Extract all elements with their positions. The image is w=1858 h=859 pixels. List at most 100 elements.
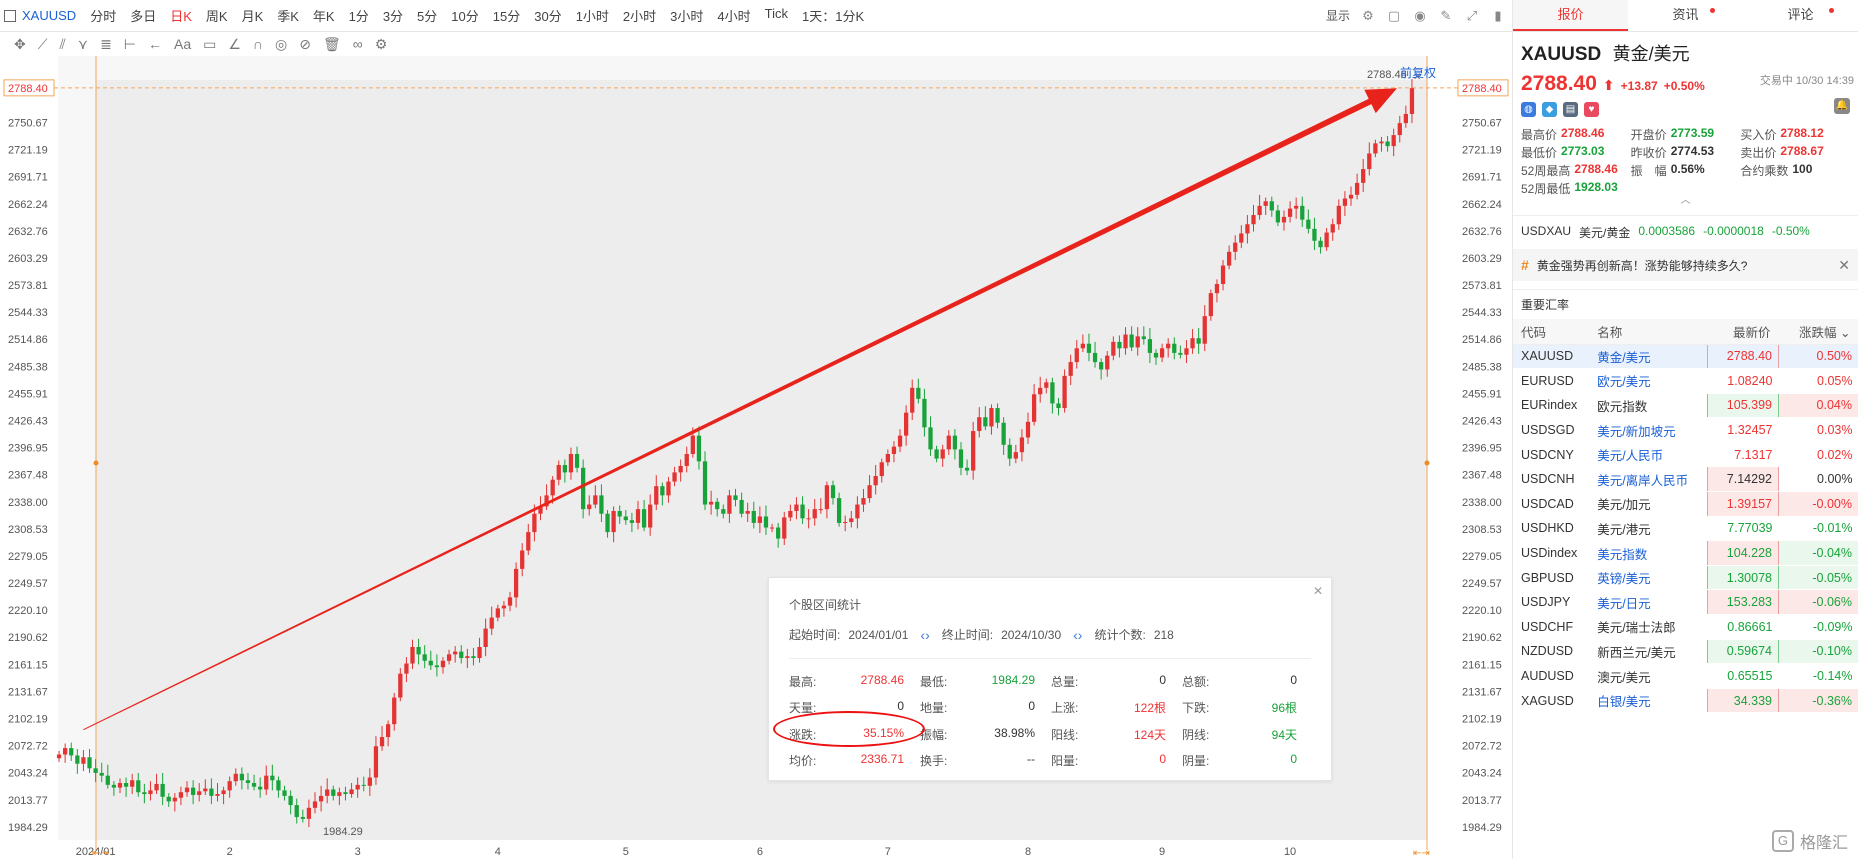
tab-2[interactable]: 评论 xyxy=(1743,0,1858,31)
range-marker-icon[interactable]: ⇤⇥ xyxy=(1413,848,1430,859)
bell-icon[interactable]: 🔔 xyxy=(1834,98,1850,114)
rate-name[interactable]: 英镑/美元 xyxy=(1589,565,1708,591)
period-tab[interactable]: 多日 xyxy=(130,6,156,25)
fib-icon[interactable]: ≣ xyxy=(100,36,112,53)
measure-icon[interactable]: ⊢ xyxy=(124,36,136,53)
comment-icon[interactable]: ▭ xyxy=(203,36,216,53)
rate-name[interactable]: 白银/美元 xyxy=(1589,688,1708,714)
period-tab[interactable]: 月K xyxy=(242,6,264,25)
reverse-quote[interactable]: USDXAU 美元/黄金 0.0003586 -0.0000018 -0.50% xyxy=(1513,215,1858,249)
table-row[interactable]: XAGUSD 白银/美元 34.339 -0.36% xyxy=(1513,687,1858,714)
period-tab[interactable]: 1分 xyxy=(349,6,369,25)
crosshair-icon[interactable]: ✥ xyxy=(14,36,26,53)
table-row[interactable]: EURindex 欧元指数 105.399 0.04% xyxy=(1513,392,1858,419)
angle-icon[interactable]: ∠ xyxy=(228,36,241,53)
stats-title: 个股区间统计 xyxy=(789,598,862,612)
pen-icon[interactable]: ✎ xyxy=(1438,8,1454,24)
news-banner[interactable]: # 黄金强势再创新高！涨势能够持续多久? ✕ xyxy=(1513,249,1858,281)
period-tab[interactable]: 5分 xyxy=(417,6,437,25)
sidebar-toggle-icon[interactable] xyxy=(4,9,16,22)
trash-icon[interactable]: 🗑 xyxy=(323,36,341,53)
table-row[interactable]: USDCNH 美元/离岸人民币 7.14292 0.00% xyxy=(1513,466,1858,493)
col-price[interactable]: 最新价 xyxy=(1707,319,1779,345)
col-code[interactable]: 代码 xyxy=(1513,319,1590,345)
table-row[interactable]: USDindex 美元指数 104.228 -0.04% xyxy=(1513,540,1858,566)
heart-icon[interactable]: ♥ xyxy=(1584,102,1599,117)
table-row[interactable]: USDCHF 美元/瑞士法郎 0.86661 -0.09% xyxy=(1513,614,1858,640)
rate-name[interactable]: 美元/新加坡元 xyxy=(1589,417,1708,443)
candle-body xyxy=(855,504,860,519)
news-text[interactable]: 黄金强势再创新高！涨势能够持续多久? xyxy=(1537,257,1748,274)
period-tab[interactable]: 30分 xyxy=(534,6,561,25)
layout-icon[interactable]: ▢ xyxy=(1386,8,1402,24)
period-tab[interactable]: Tick xyxy=(765,6,788,25)
range-handle[interactable] xyxy=(1424,460,1430,466)
trendline-icon[interactable]: ⟋ xyxy=(38,36,48,53)
period-tab[interactable]: 3小时 xyxy=(670,6,703,25)
display-menu[interactable]: 显示 xyxy=(1326,7,1350,24)
rate-name[interactable]: 美元/日元 xyxy=(1589,589,1708,616)
table-row[interactable]: AUDUSD 澳元/美元 0.65515 -0.14% xyxy=(1513,663,1858,689)
close-icon[interactable]: ✕ xyxy=(1838,257,1850,274)
rate-name[interactable]: 美元指数 xyxy=(1589,540,1708,566)
zigzag-icon[interactable]: ⋎ xyxy=(78,36,88,53)
rate-name[interactable]: 黄金/美元 xyxy=(1589,344,1708,370)
period-tab[interactable]: 季K xyxy=(277,6,299,25)
table-row[interactable]: USDCNY 美元/人民币 7.1317 0.02% xyxy=(1513,442,1858,468)
rate-name[interactable]: 欧元/美元 xyxy=(1589,368,1708,394)
rate-name[interactable]: 美元/人民币 xyxy=(1589,442,1708,468)
tab-0[interactable]: 报价 xyxy=(1513,0,1628,31)
symbol-label[interactable]: XAUUSD xyxy=(22,8,76,23)
range-handle[interactable] xyxy=(93,460,99,466)
period-tab[interactable]: 3分 xyxy=(383,6,403,25)
period-tab[interactable]: 分时 xyxy=(90,6,116,25)
chevron-lr-icon[interactable]: ‹› xyxy=(920,627,929,643)
fullscreen-icon[interactable]: ⤢ xyxy=(1464,8,1480,24)
channel-icon[interactable]: ⫽ xyxy=(60,36,66,53)
tag-icon[interactable]: ◆ xyxy=(1542,102,1557,117)
settings-icon[interactable]: ⚙ xyxy=(1360,8,1376,24)
table-row[interactable]: NZDUSD 新西兰元/美元 0.59674 -0.10% xyxy=(1513,638,1858,665)
quote-cell: 开盘价 2773.59 xyxy=(1631,126,1741,143)
period-tab[interactable]: 2小时 xyxy=(623,6,656,25)
table-row[interactable]: USDCAD 美元/加元 1.39157 -0.00% xyxy=(1513,491,1858,517)
period-tab[interactable]: 年K xyxy=(313,6,335,25)
col-name[interactable]: 名称 xyxy=(1589,319,1708,345)
candle-body xyxy=(769,527,775,529)
period-tab[interactable]: 1天：1分K xyxy=(802,6,864,25)
link-icon[interactable]: ∞ xyxy=(353,36,363,52)
period-tab[interactable]: 1小时 xyxy=(576,6,609,25)
globe-icon[interactable]: ◍ xyxy=(1521,102,1536,117)
period-tab[interactable]: 周K xyxy=(206,6,228,25)
table-row[interactable]: EURUSD 欧元/美元 1.08240 0.05% xyxy=(1513,368,1858,394)
hide-icon[interactable]: ⊘ xyxy=(299,36,311,53)
table-row[interactable]: GBPUSD 英镑/美元 1.30078 -0.05% xyxy=(1513,564,1858,591)
arrow-tool-icon[interactable]: ← xyxy=(148,36,162,52)
doc-icon[interactable]: ▤ xyxy=(1563,102,1578,117)
end-value[interactable]: 2024/10/30 xyxy=(1001,628,1061,642)
chevron-lr-icon[interactable]: ‹› xyxy=(1073,627,1082,643)
period-tab[interactable]: 10分 xyxy=(451,6,478,25)
restore-button[interactable]: 前复权 xyxy=(1400,64,1436,81)
period-tab[interactable]: 15分 xyxy=(493,6,520,25)
close-icon[interactable]: ✕ xyxy=(1313,584,1323,598)
collapse-panel-icon[interactable]: ▮ xyxy=(1490,8,1506,24)
text-tool-icon[interactable]: Aa xyxy=(174,36,191,52)
start-value[interactable]: 2024/01/01 xyxy=(848,628,908,642)
eye-icon[interactable]: ◎ xyxy=(275,36,287,53)
collapse-chevron-icon[interactable]: ︿ xyxy=(1513,196,1858,207)
draw-settings-icon[interactable]: ⚙ xyxy=(375,36,388,53)
tab-1[interactable]: 资讯 xyxy=(1628,0,1743,31)
rate-name[interactable]: 美元/离岸人民币 xyxy=(1589,466,1708,493)
range-marker-icon[interactable]: ⇤⇥ xyxy=(92,848,109,859)
period-tab[interactable]: 4小时 xyxy=(717,6,750,25)
rate-code: EURUSD xyxy=(1513,368,1590,394)
table-row[interactable]: USDJPY 美元/日元 153.283 -0.06% xyxy=(1513,589,1858,616)
period-tab[interactable]: 日K xyxy=(170,6,192,25)
table-row[interactable]: XAUUSD 黄金/美元 2788.40 0.50% xyxy=(1513,343,1858,370)
table-row[interactable]: USDSGD 美元/新加坡元 1.32457 0.03% xyxy=(1513,417,1858,443)
table-row[interactable]: USDHKD 美元/港元 7.77039 -0.01% xyxy=(1513,516,1858,542)
magnet-icon[interactable]: ∩ xyxy=(253,36,263,52)
camera-icon[interactable]: ◉ xyxy=(1412,8,1428,24)
col-pct[interactable]: 涨跌幅 ⌄ xyxy=(1778,319,1858,345)
